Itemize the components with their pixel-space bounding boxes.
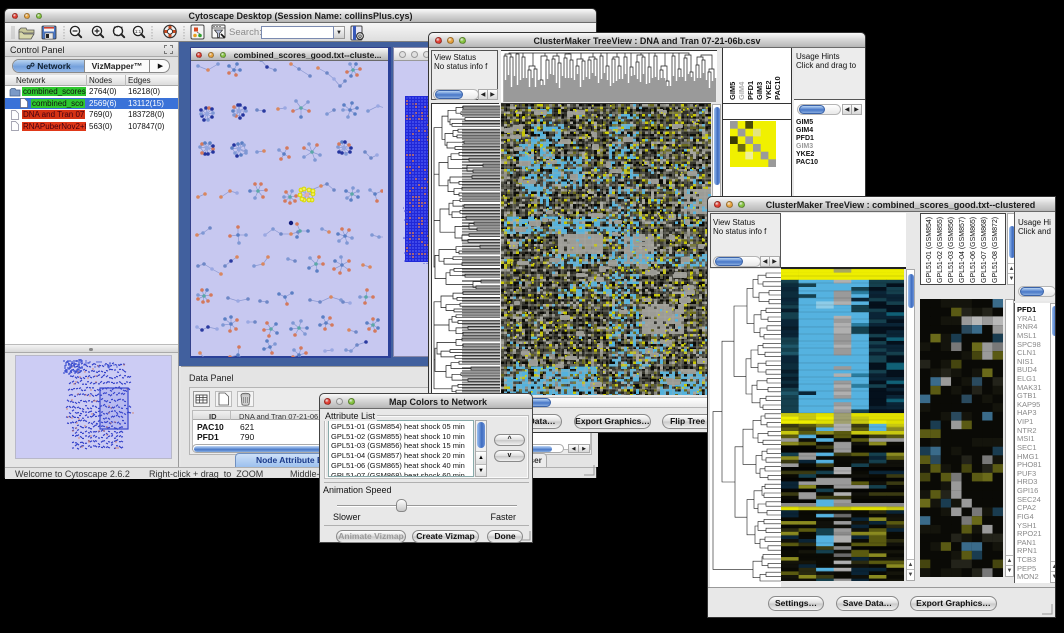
svg-text:1:1: 1:1 — [135, 29, 142, 34]
svg-text:⚙: ⚙ — [358, 34, 363, 40]
